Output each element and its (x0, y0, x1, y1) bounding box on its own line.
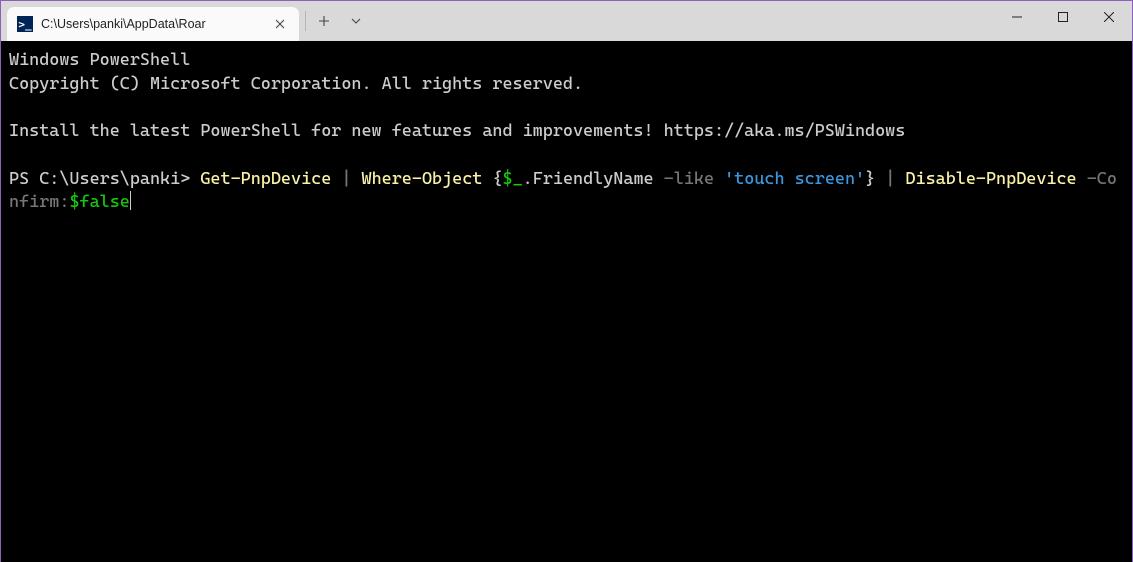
text-cursor (130, 191, 132, 210)
tab-strip: >_ C:\Users\panki\AppData\Roar (1, 1, 372, 41)
cmd-token-string: 'touch screen' (724, 169, 865, 189)
close-tab-button[interactable] (271, 15, 289, 33)
cmd-token-braceclose: } (865, 169, 885, 189)
tab-active[interactable]: >_ C:\Users\panki\AppData\Roar (7, 7, 299, 41)
window-controls (994, 1, 1132, 33)
cmd-token-var2: $false (69, 192, 129, 212)
tab-dropdown-button[interactable] (340, 5, 372, 37)
cmd-token-cmdlet3: Disable-PnpDevice (905, 169, 1086, 189)
terminal-area[interactable]: Windows PowerShell Copyright (C) Microso… (1, 41, 1132, 562)
cmd-token-pipe2: | (885, 169, 905, 189)
ps-install-msg: Install the latest PowerShell for new fe… (9, 121, 905, 141)
cmd-token-braceopen: { (492, 169, 502, 189)
close-window-button[interactable] (1086, 1, 1132, 33)
cmd-token-cmdlet1: Get-PnpDevice (200, 169, 341, 189)
cmd-token-var1: $_ (503, 169, 523, 189)
ps-header-line1: Windows PowerShell (9, 50, 190, 70)
cmd-token-cmdlet2: Where-Object (362, 169, 493, 189)
cmd-token-op: -like (664, 169, 724, 189)
title-bar: >_ C:\Users\panki\AppData\Roar (1, 1, 1132, 41)
cmd-token-pipe1: | (341, 169, 361, 189)
ps-header-line2: Copyright (C) Microsoft Corporation. All… (9, 74, 583, 94)
tab-divider (305, 11, 306, 31)
ps-prompt: PS C:\Users\panki> (9, 169, 200, 189)
maximize-button[interactable] (1040, 1, 1086, 33)
new-tab-button[interactable] (308, 5, 340, 37)
minimize-button[interactable] (994, 1, 1040, 33)
tab-title: C:\Users\panki\AppData\Roar (41, 17, 263, 31)
cmd-token-member: .FriendlyName (523, 169, 664, 189)
powershell-icon: >_ (17, 16, 33, 32)
